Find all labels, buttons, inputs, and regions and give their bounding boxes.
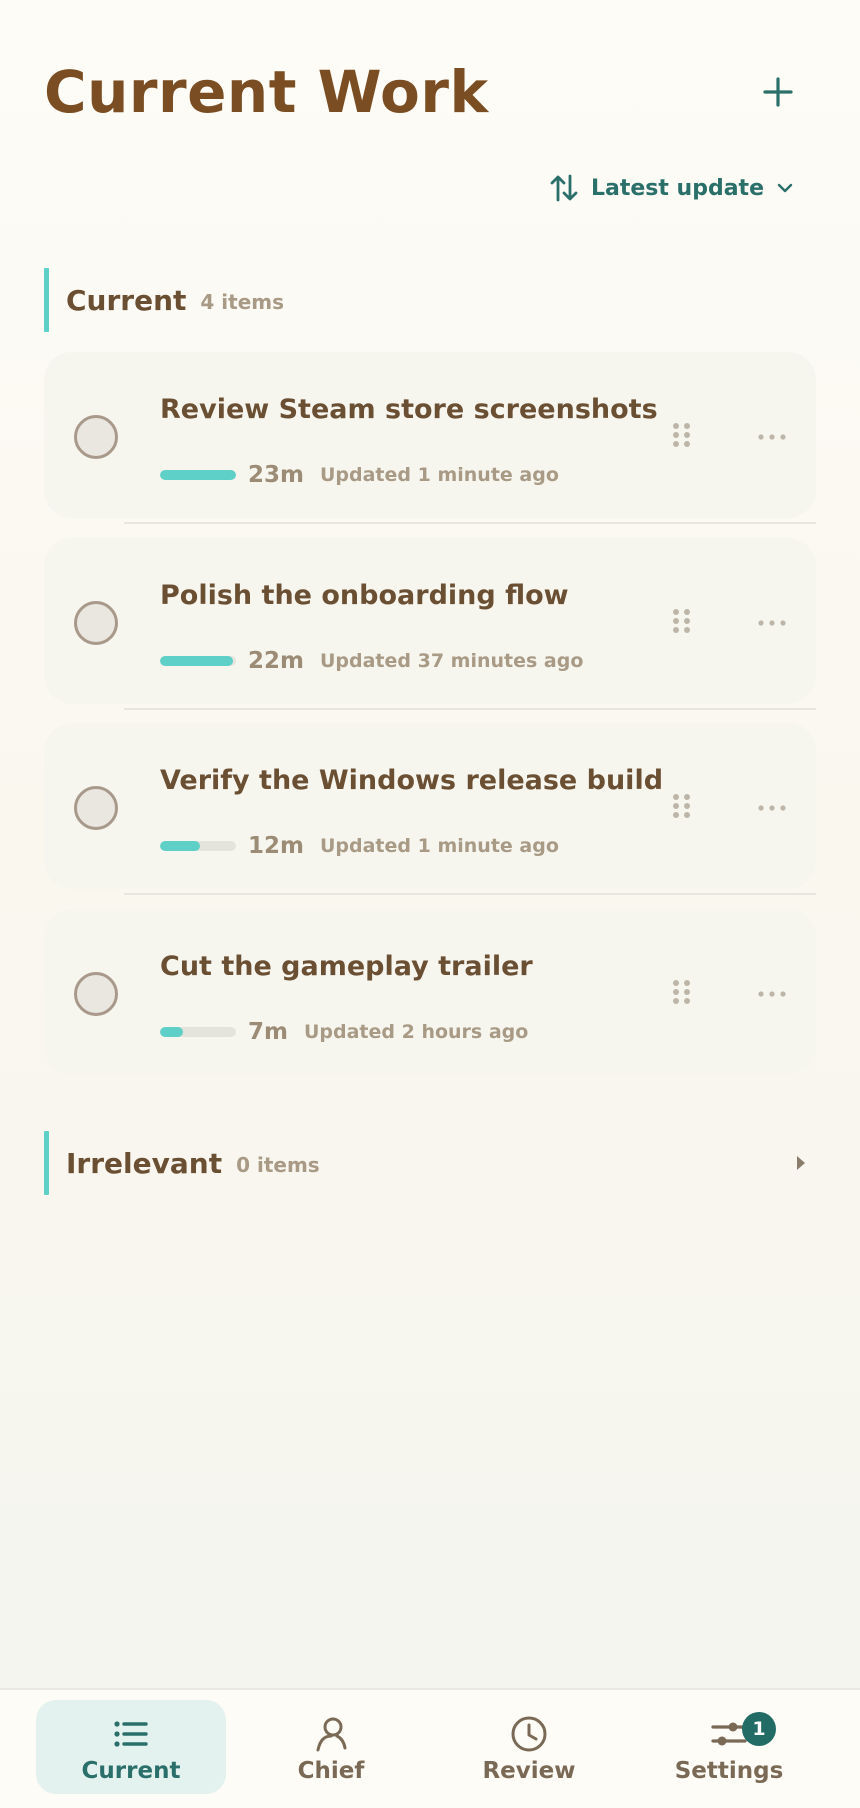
task-title: Verify the Windows release build — [160, 765, 664, 796]
task-card[interactable]: Cut the gameplay trailer 7m Updated 2 ho… — [44, 909, 816, 1075]
progress-bar — [160, 470, 236, 480]
progress-bar — [160, 656, 236, 666]
section-accent-bar — [44, 1131, 49, 1195]
section-header-irrelevant[interactable]: Irrelevant 0 items — [44, 1131, 816, 1195]
section-count: 0 items — [236, 1153, 320, 1177]
progress-fill — [160, 470, 236, 480]
task-card[interactable]: Polish the onboarding flow 22m Updated 3… — [44, 538, 816, 710]
clock-icon — [511, 1716, 547, 1752]
task-updated: Updated 37 minutes ago — [319, 650, 584, 672]
task-meta: 7m Updated 2 hours ago — [160, 1017, 528, 1047]
divider — [124, 893, 816, 895]
more-options-icon[interactable] — [752, 422, 792, 452]
task-meta: 12m Updated 1 minute ago — [160, 831, 559, 861]
tab-label: Chief — [297, 1758, 365, 1784]
caret-right-icon[interactable] — [794, 1153, 808, 1173]
task-checkbox[interactable] — [74, 972, 118, 1016]
task-title: Cut the gameplay trailer — [160, 951, 533, 982]
drag-handle-icon[interactable] — [670, 789, 694, 829]
person-icon — [316, 1717, 347, 1752]
sort-dropdown[interactable]: Latest update — [549, 168, 794, 208]
task-updated: Updated 1 minute ago — [319, 835, 559, 857]
task-updated: Updated 2 hours ago — [303, 1021, 529, 1043]
task-meta: 23m Updated 1 minute ago — [160, 460, 559, 490]
notification-badge: 1 — [742, 1712, 776, 1746]
drag-handle-icon[interactable] — [670, 604, 694, 644]
divider — [124, 522, 816, 524]
task-card[interactable]: Review Steam store screenshots 23m Updat… — [44, 352, 816, 524]
drag-handle-icon[interactable] — [670, 418, 694, 458]
more-options-icon[interactable] — [752, 608, 792, 638]
progress-bar — [160, 1027, 236, 1037]
task-checkbox[interactable] — [74, 601, 118, 645]
more-options-icon[interactable] — [752, 979, 792, 1009]
task-title: Review Steam store screenshots — [160, 394, 658, 425]
list-icon — [114, 1721, 148, 1747]
tab-settings[interactable]: 1 Settings — [634, 1700, 824, 1794]
progress-bar — [160, 841, 236, 851]
tab-review[interactable]: Review — [434, 1700, 624, 1794]
task-updated: Updated 1 minute ago — [319, 464, 559, 486]
task-meta: 22m Updated 37 minutes ago — [160, 646, 583, 676]
task-title: Polish the onboarding flow — [160, 580, 569, 611]
task-duration: 22m — [248, 648, 304, 674]
bottom-tab-bar: Current Chief Review 1 Settings — [0, 1688, 860, 1808]
sort-arrows-icon — [550, 174, 578, 202]
more-options-icon[interactable] — [752, 793, 792, 823]
section-header-current: Current 4 items — [44, 268, 816, 332]
section-title: Irrelevant — [66, 1146, 223, 1180]
header: Current Work — [44, 52, 816, 132]
drag-handle-icon[interactable] — [670, 975, 694, 1015]
task-checkbox[interactable] — [74, 415, 118, 459]
tab-current[interactable]: Current — [36, 1700, 226, 1794]
divider — [124, 708, 816, 710]
section-title: Current — [66, 283, 187, 317]
progress-fill — [160, 656, 233, 666]
page-title: Current Work — [44, 58, 489, 126]
task-duration: 12m — [248, 833, 304, 859]
progress-fill — [160, 841, 200, 851]
chevron-down-icon — [777, 183, 793, 193]
section-accent-bar — [44, 268, 49, 332]
tab-label: Settings — [674, 1758, 784, 1784]
task-duration: 23m — [248, 462, 304, 488]
tab-chief[interactable]: Chief — [236, 1700, 426, 1794]
section-count: 4 items — [200, 290, 285, 314]
task-checkbox[interactable] — [74, 786, 118, 830]
task-card[interactable]: Verify the Windows release build 12m Upd… — [44, 723, 816, 895]
plus-icon — [763, 77, 793, 107]
progress-fill — [160, 1027, 183, 1037]
add-button[interactable] — [750, 64, 806, 120]
tab-label: Current — [81, 1758, 181, 1784]
sort-label: Latest update — [590, 175, 764, 201]
task-duration: 7m — [248, 1019, 288, 1045]
tab-label: Review — [482, 1758, 576, 1784]
